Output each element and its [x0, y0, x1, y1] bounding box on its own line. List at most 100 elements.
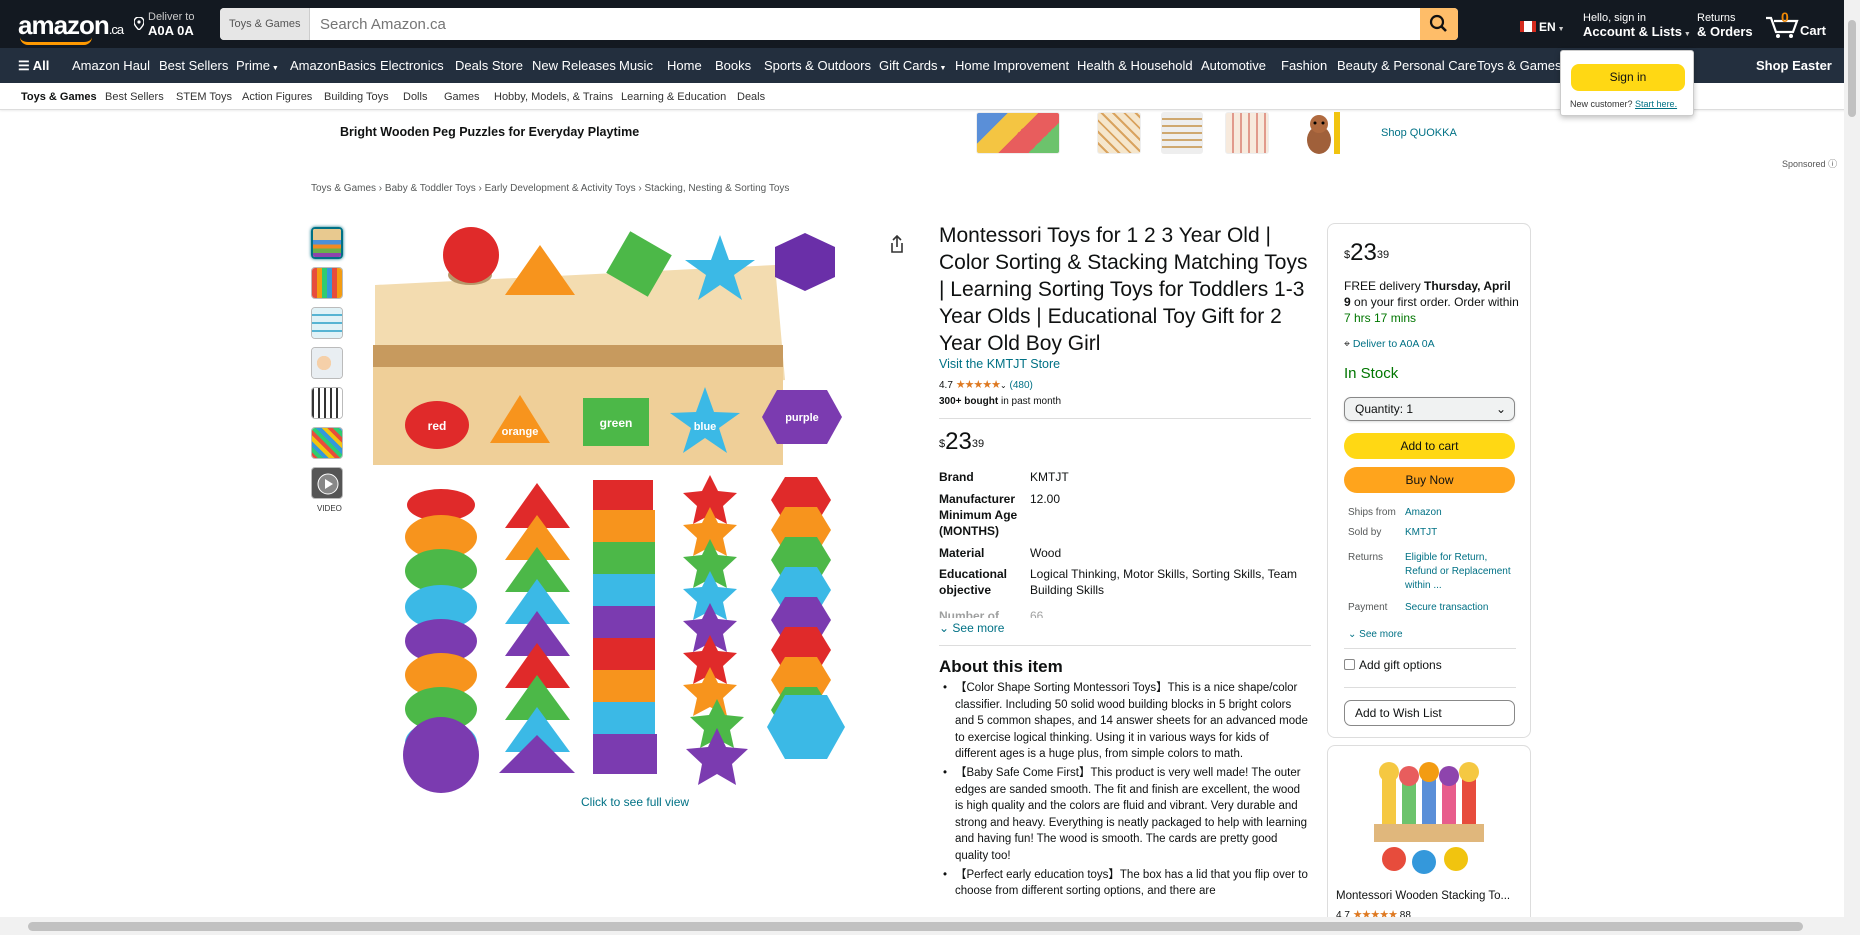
hamburger-icon: ☰ [18, 58, 30, 73]
nav-item-gift-cards[interactable]: Gift Cards ▼ [879, 58, 946, 73]
breadcrumb-item[interactable]: Stacking, Nesting & Sorting Toys [645, 183, 790, 194]
box-interior [373, 345, 783, 367]
nav-item-fashion[interactable]: Fashion [1281, 58, 1327, 73]
breadcrumb-item[interactable]: Early Development & Activity Toys [485, 183, 636, 194]
subnav-item-dolls[interactable]: Dolls [403, 91, 427, 103]
meta-value[interactable]: KMTJT [1405, 526, 1515, 540]
scrollbar-thumb[interactable] [28, 922, 1803, 931]
thumbnail-video[interactable] [311, 467, 343, 499]
nav-item-toys-games[interactable]: Toys & Games [1477, 58, 1562, 73]
horizontal-scrollbar[interactable] [0, 917, 1844, 935]
meta-value[interactable]: Amazon [1405, 506, 1515, 520]
review-count-link[interactable]: (480) [1009, 380, 1032, 391]
language-selector[interactable]: EN ▼ [1520, 20, 1565, 34]
nav-item-best-sellers[interactable]: Best Sellers [159, 58, 228, 73]
add-to-wish-list-button[interactable]: Add to Wish List [1344, 700, 1515, 726]
quokka-logo-icon[interactable] [1302, 110, 1344, 156]
buybox-see-more[interactable]: ⌄ See more [1348, 628, 1403, 642]
nav-item-beauty[interactable]: Beauty & Personal Care [1337, 58, 1476, 73]
breadcrumb-item[interactable]: Toys & Games [311, 183, 376, 194]
thumbnail-image[interactable] [311, 307, 343, 339]
main-product-image[interactable]: red orange green blue purple [365, 225, 923, 795]
search-category-select[interactable]: Toys & Games ▼ [220, 8, 310, 40]
quantity-select[interactable]: Quantity: 1 ⌄ [1344, 397, 1515, 421]
scrollbar-thumb[interactable] [1848, 20, 1856, 117]
search-button[interactable] [1420, 8, 1458, 40]
breadcrumb-item[interactable]: Baby & Toddler Toys [385, 183, 476, 194]
chevron-down-icon[interactable]: ⌄ [1000, 381, 1007, 390]
nav-item-amazon-haul[interactable]: Amazon Haul [72, 58, 150, 73]
shop-quokka-link[interactable]: Shop QUOKKA [1381, 127, 1457, 139]
nav-item-health-household[interactable]: Health & Household [1077, 58, 1193, 73]
nav-item-electronics[interactable]: Electronics [380, 58, 444, 73]
about-heading: About this item [939, 657, 1063, 676]
sponsored-banner-headline[interactable]: Bright Wooden Peg Puzzles for Everyday P… [340, 125, 639, 139]
thumbnail-swatch [312, 268, 342, 298]
quantity-label: Quantity: 1 [1355, 402, 1414, 416]
meta-value[interactable]: Secure transaction [1405, 601, 1515, 615]
start-here-link[interactable]: Start here. [1635, 99, 1677, 109]
checkbox-icon[interactable] [1344, 659, 1355, 670]
thumbnail-swatch [312, 428, 342, 458]
banner-product-image[interactable] [1161, 112, 1203, 154]
subnav-item-best-sellers[interactable]: Best Sellers [105, 91, 164, 103]
thumbnail-image[interactable] [311, 387, 343, 419]
buy-now-button[interactable]: Buy Now [1344, 467, 1515, 493]
amazon-logo[interactable]: amazon.ca [18, 10, 124, 45]
stock-status: In Stock [1344, 365, 1399, 382]
nav-item-home-improvement[interactable]: Home Improvement [955, 58, 1069, 73]
ad-title[interactable]: Montessori Wooden Stacking To... [1336, 890, 1510, 902]
see-more-specs[interactable]: ⌄ See more [939, 621, 1004, 635]
banner-product-image[interactable] [1097, 112, 1141, 154]
banner-product-image[interactable] [1225, 112, 1269, 154]
bought-rest: in past month [998, 396, 1061, 407]
search-input[interactable] [310, 8, 1414, 40]
thumbnail-image[interactable] [311, 267, 343, 299]
account-lists[interactable]: Hello, sign in Account & Lists ▼ [1583, 12, 1691, 41]
subnav-item-stem-toys[interactable]: STEM Toys [176, 91, 232, 103]
subnav-item-learning[interactable]: Learning & Education [621, 91, 726, 103]
deliver-to[interactable]: Deliver to A0A 0A [134, 11, 194, 39]
nav-all-menu[interactable]: ☰ All [18, 58, 49, 74]
star-rating-icon[interactable]: ★★★★★ [956, 379, 1001, 391]
thumbnail-image[interactable] [311, 347, 343, 379]
nav-promo-shop-easter[interactable]: Shop Easter [1756, 58, 1832, 73]
share-icon[interactable] [889, 235, 905, 253]
nav-item-sports-outdoors[interactable]: Sports & Outdoors [764, 58, 871, 73]
full-view-link[interactable]: Click to see full view [581, 795, 689, 809]
bought-in-past-month: 300+ bought in past month [939, 396, 1061, 407]
sponsored-label[interactable]: Sponsored ⓘ [1782, 157, 1837, 170]
nav-item-music[interactable]: Music [619, 58, 653, 73]
subnav-item-building-toys[interactable]: Building Toys [324, 91, 389, 103]
nav-item-automotive[interactable]: Automotive [1201, 58, 1266, 73]
nav-item-prime[interactable]: Prime ▼ [236, 58, 279, 73]
thumbnail-image[interactable] [311, 227, 343, 259]
gift-options[interactable]: Add gift options [1344, 657, 1442, 673]
caret-down-icon: ▼ [937, 65, 947, 72]
nav-item-amazonbasics[interactable]: AmazonBasics [290, 58, 376, 73]
returns-orders[interactable]: Returns & Orders [1697, 12, 1753, 40]
nav-item-books[interactable]: Books [715, 58, 751, 73]
subnav-item-toys-games[interactable]: Toys & Games [21, 91, 97, 103]
deliver-to-label: Deliver to [1352, 338, 1398, 350]
sponsored-ad[interactable]: Montessori Wooden Stacking To... 4.7 ★★★… [1327, 745, 1531, 925]
banner-product-image[interactable] [976, 112, 1060, 154]
thumbnail-image[interactable] [311, 427, 343, 459]
vertical-scrollbar[interactable] [1844, 0, 1860, 935]
nav-item-new-releases[interactable]: New Releases [532, 58, 616, 73]
signin-button[interactable]: Sign in [1571, 64, 1685, 91]
label-red: red [428, 419, 447, 433]
subnav-item-games[interactable]: Games [444, 91, 479, 103]
subnav-item-deals[interactable]: Deals [737, 91, 765, 103]
cart-button[interactable]: 0 Cart [1764, 9, 1834, 40]
nav-item-home[interactable]: Home [667, 58, 702, 73]
nav-item-deals-store[interactable]: Deals Store [455, 58, 523, 73]
meta-value[interactable]: Eligible for Return, Refund or Replaceme… [1405, 551, 1515, 593]
bullet-item: 【Baby Safe Come First】This product is ve… [939, 765, 1311, 865]
store-link[interactable]: Visit the KMTJT Store [939, 357, 1060, 371]
deliver-to-location[interactable]: ⌖ Deliver to A0A 0A [1344, 336, 1435, 352]
add-to-cart-button[interactable]: Add to cart [1344, 433, 1515, 459]
subnav-item-hobby[interactable]: Hobby, Models, & Trains [494, 91, 613, 103]
price-symbol: $ [939, 438, 946, 450]
subnav-item-action-figures[interactable]: Action Figures [242, 91, 312, 103]
